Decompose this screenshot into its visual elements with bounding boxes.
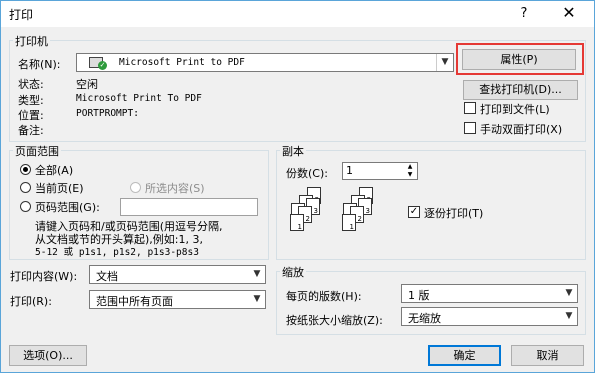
range-current-label[interactable]: 当前页(E) bbox=[35, 180, 84, 196]
range-selection-radio[interactable] bbox=[130, 182, 141, 193]
page-number-2f: 1 bbox=[349, 223, 354, 231]
spin-down-icon[interactable]: ▼ bbox=[403, 171, 417, 179]
status-value: 空闲 bbox=[76, 78, 98, 91]
spin-up-icon[interactable]: ▲ bbox=[403, 163, 417, 171]
help-button[interactable]: ? bbox=[509, 3, 539, 25]
print-what-value: 文档 bbox=[96, 270, 118, 283]
close-button[interactable]: ✕ bbox=[551, 3, 587, 25]
type-label: 类型: bbox=[18, 94, 44, 107]
collate-checkbox[interactable]: ✓ bbox=[408, 206, 420, 218]
range-selection-label[interactable]: 所选内容(S) bbox=[145, 180, 205, 196]
page-number-1e: 2 bbox=[305, 215, 310, 223]
print-to-file-label[interactable]: 打印到文件(L) bbox=[480, 101, 550, 117]
print-mode-value: 范围中所有页面 bbox=[96, 295, 173, 308]
printer-name-value: Microsoft Print to PDF bbox=[119, 57, 245, 68]
copies-group-label: 副本 bbox=[280, 143, 306, 159]
pages-per-sheet-label: 每页的版数(H): bbox=[286, 290, 362, 303]
print-mode-label: 打印(R): bbox=[10, 295, 52, 308]
copies-count-value: 1 bbox=[346, 164, 353, 177]
page-number-1d: 3 bbox=[313, 207, 318, 215]
copies-count-spinner[interactable]: 1 ▲ ▼ bbox=[342, 162, 418, 180]
page-number-2e: 2 bbox=[357, 215, 362, 223]
range-pages-radio[interactable] bbox=[20, 201, 31, 212]
ok-button[interactable]: 确定 bbox=[428, 345, 501, 366]
chevron-down-icon: ▼ bbox=[253, 269, 261, 279]
title-bar: 打印 ? ✕ bbox=[1, 1, 594, 27]
default-printer-check-icon: ✓ bbox=[98, 61, 107, 70]
zoom-group-label: 缩放 bbox=[280, 264, 306, 280]
range-current-radio[interactable] bbox=[20, 182, 31, 193]
print-to-file-checkbox[interactable] bbox=[464, 102, 476, 114]
location-label: 位置: bbox=[18, 109, 44, 122]
copies-count-label: 份数(C): bbox=[286, 167, 328, 180]
scale-label: 按纸张大小缩放(Z): bbox=[286, 314, 383, 327]
pages-per-sheet-select[interactable]: 1 版 ▼ bbox=[401, 284, 578, 303]
comment-label: 备注: bbox=[18, 124, 44, 137]
manual-duplex-checkbox[interactable] bbox=[464, 122, 476, 134]
print-mode-select[interactable]: 范围中所有页面 ▼ bbox=[89, 290, 266, 309]
options-button[interactable]: 选项(O)... bbox=[9, 345, 87, 366]
page-number-1f: 1 bbox=[297, 223, 302, 231]
range-all-label[interactable]: 全部(A) bbox=[35, 162, 73, 178]
chevron-down-icon: ▼ bbox=[565, 311, 573, 321]
page-range-input[interactable] bbox=[120, 198, 258, 216]
print-dialog: 打印 ? ✕ 打印机 名称(N): ✓ Microsoft Print to P… bbox=[0, 0, 595, 373]
chevron-down-icon: ▼ bbox=[253, 294, 261, 304]
page-range-group-label: 页面范围 bbox=[13, 143, 61, 159]
pages-per-sheet-value: 1 版 bbox=[408, 289, 430, 302]
page-number-2d: 3 bbox=[365, 207, 370, 215]
print-what-select[interactable]: 文档 ▼ bbox=[89, 265, 266, 284]
scale-value: 无缩放 bbox=[408, 312, 441, 325]
location-value: PORTPROMPT: bbox=[76, 108, 139, 119]
find-printer-button[interactable]: 查找打印机(D)... bbox=[463, 80, 578, 100]
cancel-button[interactable]: 取消 bbox=[511, 345, 584, 366]
range-all-radio[interactable] bbox=[20, 164, 31, 175]
printer-name-label: 名称(N): bbox=[18, 58, 61, 71]
window-title: 打印 bbox=[9, 8, 34, 22]
scale-select[interactable]: 无缩放 ▼ bbox=[401, 307, 578, 326]
printer-name-select[interactable]: ✓ Microsoft Print to PDF ▼ bbox=[76, 53, 454, 72]
chevron-down-icon: ▼ bbox=[436, 54, 453, 71]
range-hint-line3: 5-12 或 p1s1, p1s2, p1s3-p8s3 bbox=[35, 247, 199, 258]
collate-label[interactable]: 逐份打印(T) bbox=[424, 205, 483, 221]
properties-button[interactable]: 属性(P) bbox=[462, 49, 576, 70]
manual-duplex-label[interactable]: 手动双面打印(X) bbox=[480, 121, 562, 137]
printer-group-label: 打印机 bbox=[13, 33, 50, 49]
chevron-down-icon: ▼ bbox=[565, 288, 573, 298]
print-what-label: 打印内容(W): bbox=[10, 270, 78, 283]
range-pages-label[interactable]: 页码范围(G): bbox=[35, 199, 100, 215]
status-label: 状态: bbox=[18, 78, 44, 91]
type-value: Microsoft Print To PDF bbox=[76, 93, 202, 104]
